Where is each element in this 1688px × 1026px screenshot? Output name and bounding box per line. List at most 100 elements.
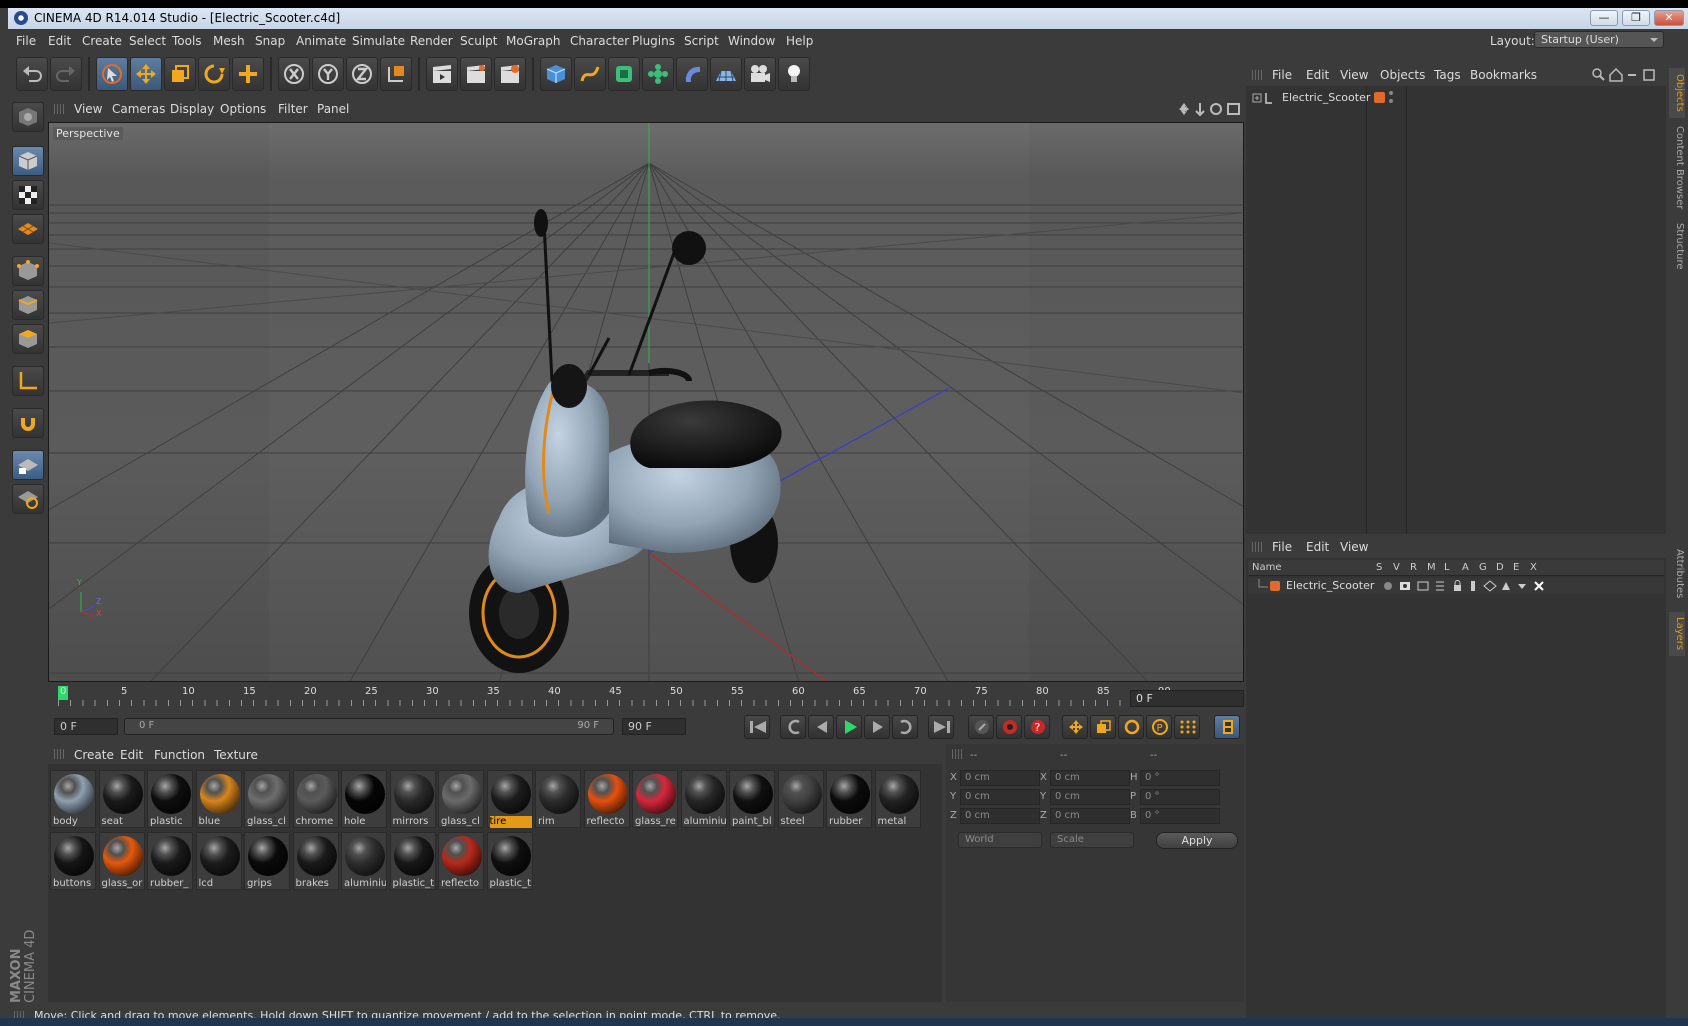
material-menu-create[interactable]: Create xyxy=(74,748,114,762)
layer-menu-view[interactable]: View xyxy=(1340,540,1368,554)
render-visibility-dot[interactable] xyxy=(1389,99,1393,103)
menu-plugins[interactable]: Plugins xyxy=(632,34,675,48)
add-array-button[interactable] xyxy=(642,57,674,91)
render-settings-button[interactable] xyxy=(494,57,526,91)
tab-layers[interactable]: Layers xyxy=(1669,612,1685,656)
viewport-menu-panel[interactable]: Panel xyxy=(317,102,349,116)
material-swatch[interactable]: blue xyxy=(195,770,242,828)
make-editable-button[interactable] xyxy=(12,102,44,132)
material-swatch[interactable]: rubber_ xyxy=(147,832,193,890)
live-selection-button[interactable] xyxy=(96,57,128,91)
rotate-tool-button[interactable] xyxy=(198,57,230,91)
add-light-button[interactable] xyxy=(778,57,810,91)
menu-character[interactable]: Character xyxy=(570,34,629,48)
key-parameter-button[interactable]: P xyxy=(1146,715,1172,739)
material-menu-texture[interactable]: Texture xyxy=(214,748,258,762)
end-frame-field[interactable]: 90 F xyxy=(622,718,686,735)
material-swatch[interactable]: tire xyxy=(486,770,533,828)
preview-range-slider[interactable]: 0 F 90 F xyxy=(124,718,614,735)
coord-value-field[interactable]: 0 ° xyxy=(1140,770,1220,786)
layer-column-flag[interactable]: A xyxy=(1462,562,1469,573)
object-manager-nav-icons[interactable] xyxy=(1592,68,1662,82)
add-cube-button[interactable] xyxy=(540,57,572,91)
coord-value-field[interactable]: 0 cm xyxy=(960,770,1040,786)
material-swatch[interactable]: brakes xyxy=(292,832,339,890)
menu-file[interactable]: File xyxy=(16,34,36,48)
material-swatch[interactable]: plastic xyxy=(147,770,193,828)
material-swatch[interactable]: lcd xyxy=(195,832,242,890)
menu-sculpt[interactable]: Sculpt xyxy=(460,34,497,48)
tab-attributes[interactable]: Attributes xyxy=(1669,544,1685,604)
object-menu-view[interactable]: View xyxy=(1340,68,1368,82)
add-floor-button[interactable] xyxy=(710,57,742,91)
layer-column-flag[interactable]: L xyxy=(1444,562,1450,573)
model-mode-button[interactable] xyxy=(12,146,44,176)
layer-color-swatch[interactable] xyxy=(1374,92,1385,103)
menu-tools[interactable]: Tools xyxy=(172,34,202,48)
edges-mode-button[interactable] xyxy=(12,290,44,320)
layer-color-swatch[interactable] xyxy=(1270,581,1280,591)
polygons-mode-button[interactable] xyxy=(12,324,44,354)
object-menu-file[interactable]: File xyxy=(1272,68,1292,82)
material-swatch[interactable]: glass_cl xyxy=(438,770,484,828)
add-camera-button[interactable] xyxy=(744,57,776,91)
layer-column-flag[interactable]: G xyxy=(1479,562,1487,573)
prev-frame-button[interactable] xyxy=(808,715,834,739)
menu-snap[interactable]: Snap xyxy=(255,34,285,48)
z-axis-lock-button[interactable] xyxy=(346,57,378,91)
object-menu-objects[interactable]: Objects xyxy=(1380,68,1425,82)
snap-button[interactable] xyxy=(12,408,44,438)
material-menu-edit[interactable]: Edit xyxy=(120,748,143,762)
key-scale-button[interactable] xyxy=(1090,715,1116,739)
y-axis-lock-button[interactable] xyxy=(312,57,344,91)
menu-mesh[interactable]: Mesh xyxy=(213,34,245,48)
object-menu-tags[interactable]: Tags xyxy=(1434,68,1461,82)
next-key-button[interactable] xyxy=(892,715,918,739)
layer-column-flag[interactable]: M xyxy=(1427,562,1436,573)
coord-system-dropdown[interactable]: World xyxy=(958,832,1042,848)
autokey-button[interactable] xyxy=(996,715,1022,739)
apply-button[interactable]: Apply xyxy=(1156,832,1238,849)
layer-column-flag[interactable]: R xyxy=(1410,562,1417,573)
menu-script[interactable]: Script xyxy=(684,34,719,48)
play-button[interactable] xyxy=(836,715,862,739)
viewport-menu-filter[interactable]: Filter xyxy=(278,102,308,116)
add-nurbs-button[interactable] xyxy=(608,57,640,91)
material-swatch[interactable]: glass_or xyxy=(98,832,145,890)
layer-column-flag[interactable]: V xyxy=(1393,562,1400,573)
coord-value-field[interactable]: 0 ° xyxy=(1140,808,1220,824)
coord-value-field[interactable]: 0 cm xyxy=(1050,789,1130,805)
viewport-menu-view[interactable]: View xyxy=(74,102,102,116)
axis-mode-button[interactable] xyxy=(12,366,44,396)
layer-column-name[interactable]: Name xyxy=(1252,562,1282,573)
undo-button[interactable] xyxy=(16,57,48,91)
object-menu-edit[interactable]: Edit xyxy=(1306,68,1329,82)
layer-column-flag[interactable]: S xyxy=(1376,562,1382,573)
layer-menu-edit[interactable]: Edit xyxy=(1306,540,1329,554)
material-swatch[interactable]: steel xyxy=(777,770,824,828)
material-swatch[interactable]: aluminiu xyxy=(680,770,727,828)
coord-value-field[interactable]: 0 cm xyxy=(1050,770,1130,786)
current-frame-field[interactable]: 0 F xyxy=(1130,690,1244,707)
menu-render[interactable]: Render xyxy=(410,34,453,48)
layer-menu-file[interactable]: File xyxy=(1272,540,1292,554)
move-tool-button[interactable] xyxy=(130,57,162,91)
x-axis-lock-button[interactable] xyxy=(278,57,310,91)
add-deformer-button[interactable] xyxy=(676,57,708,91)
layer-row-electric-scooter[interactable]: Electric_Scooter xyxy=(1248,578,1664,594)
key-rotation-button[interactable] xyxy=(1118,715,1144,739)
viewport-menu-options[interactable]: Options xyxy=(220,102,266,116)
material-swatch[interactable]: chrome xyxy=(292,770,339,828)
layer-column-flag[interactable]: E xyxy=(1513,562,1519,573)
menu-simulate[interactable]: Simulate xyxy=(352,34,405,48)
coord-value-field[interactable]: 0 ° xyxy=(1140,789,1220,805)
recent-tool-button[interactable] xyxy=(232,57,264,91)
coordinate-system-button[interactable] xyxy=(380,57,412,91)
goto-end-button[interactable] xyxy=(928,715,954,739)
editor-visibility-dot[interactable] xyxy=(1389,91,1393,95)
start-frame-field[interactable]: 0 F xyxy=(54,718,118,735)
menu-help[interactable]: Help xyxy=(786,34,813,48)
timeline-ruler[interactable]: 051015202530354045505560657075808590 xyxy=(48,684,1244,710)
layer-flag-icons[interactable] xyxy=(1380,579,1550,593)
coord-value-field[interactable]: 0 cm xyxy=(1050,808,1130,824)
